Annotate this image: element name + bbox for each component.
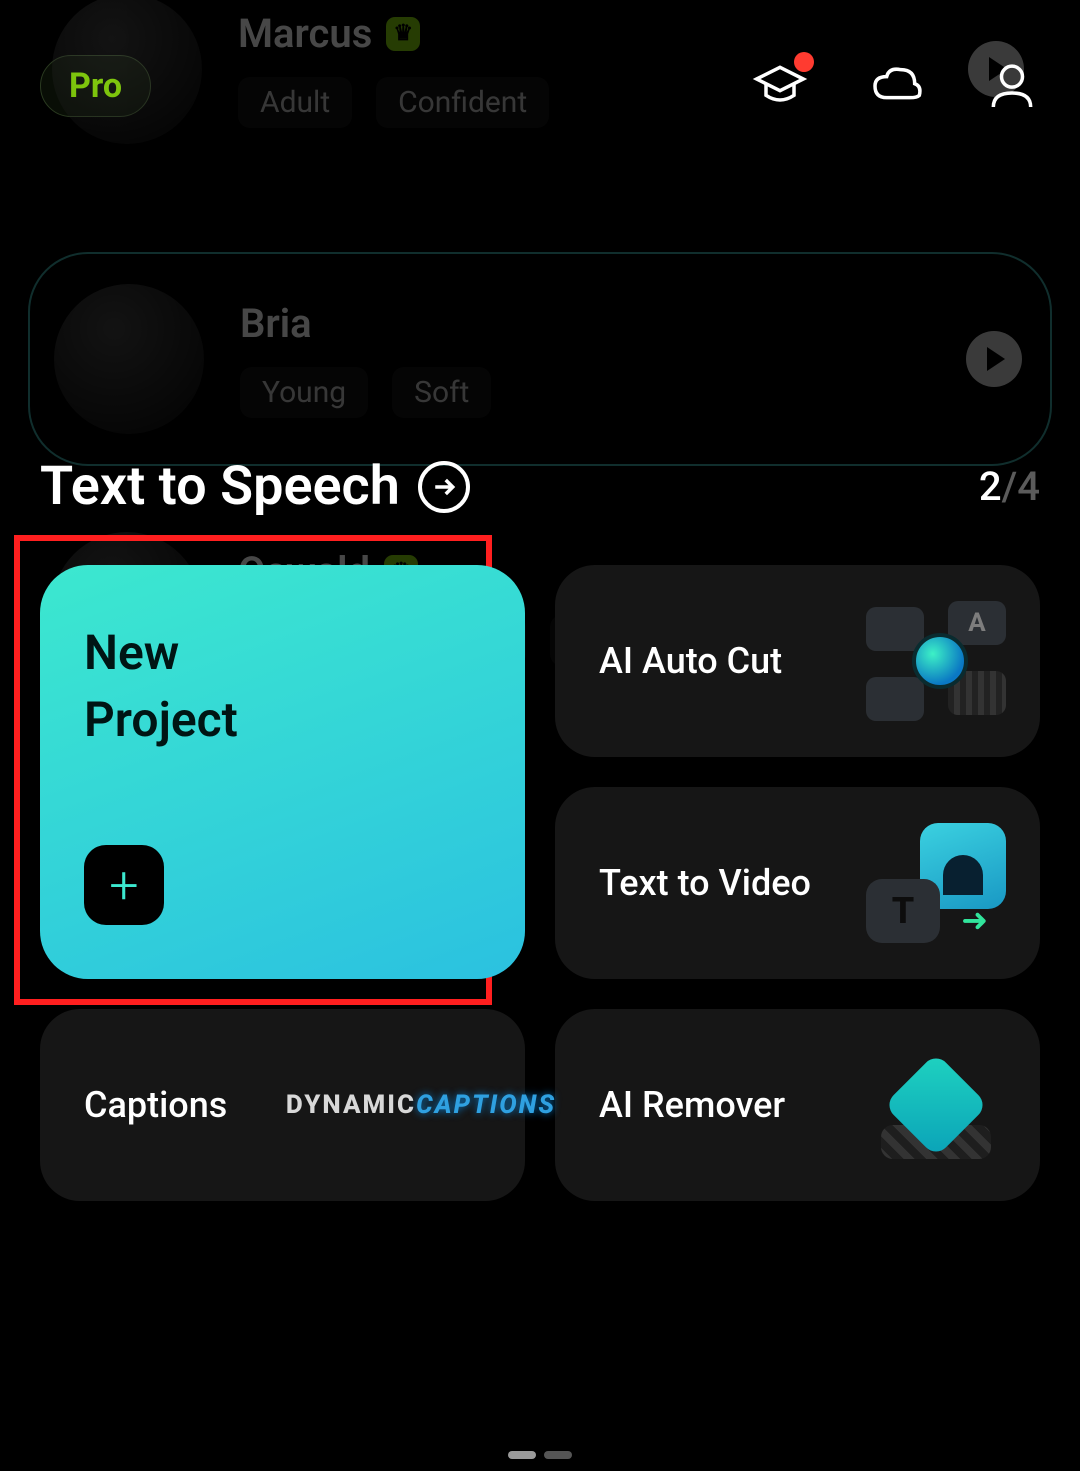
ai-remover-tile[interactable]: AI Remover xyxy=(555,1009,1040,1201)
new-project-tile[interactable]: New Project + xyxy=(40,565,525,979)
arrow-icon: ➜ xyxy=(961,901,988,939)
text-to-video-tile[interactable]: Text to Video T ➜ xyxy=(555,787,1040,979)
page-counter: 2/4 xyxy=(979,463,1040,510)
tiles-col-left: New Project + Captions DYNAMIC CAPTIONS xyxy=(40,565,525,1201)
pro-badge[interactable]: Pro xyxy=(40,55,151,117)
notification-dot-icon xyxy=(794,52,814,72)
header-actions xyxy=(752,58,1040,114)
captions-tile[interactable]: Captions DYNAMIC CAPTIONS xyxy=(40,1009,525,1201)
arrow-right-circle-icon xyxy=(418,461,470,513)
section-title-label: Text to Speech xyxy=(40,455,400,518)
feature-tiles: New Project + Captions DYNAMIC CAPTIONS … xyxy=(40,565,1040,1201)
section-header: Text to Speech 2/4 xyxy=(40,455,1040,518)
plus-icon: + xyxy=(84,845,164,925)
counter-total: /4 xyxy=(1002,463,1040,510)
home-indicator xyxy=(508,1451,572,1459)
app-header: Pro xyxy=(0,0,1080,117)
captions-decor-line1: DYNAMIC xyxy=(286,1090,416,1120)
text-to-video-icon: T ➜ xyxy=(866,823,1006,943)
eraser-icon xyxy=(866,1045,1006,1165)
new-project-label: New Project xyxy=(84,619,481,753)
ai-auto-cut-label: AI Auto Cut xyxy=(599,640,782,682)
auto-cut-icon: A xyxy=(866,601,1006,721)
cloud-icon[interactable] xyxy=(868,58,924,114)
section-title-text-to-speech[interactable]: Text to Speech xyxy=(40,455,470,518)
voice-name-label: Bria xyxy=(240,300,312,347)
tiles-col-right: AI Auto Cut A Text to Video T ➜ AI Remov… xyxy=(555,565,1040,1201)
profile-icon[interactable] xyxy=(984,58,1040,114)
play-icon xyxy=(966,331,1022,387)
counter-current: 2 xyxy=(979,463,1002,510)
voice-tag: Young xyxy=(240,367,368,418)
avatar xyxy=(54,284,204,434)
captions-decor-line2: CAPTIONS xyxy=(416,1090,556,1120)
text-to-video-label: Text to Video xyxy=(599,862,811,904)
captions-label: Captions xyxy=(84,1084,227,1126)
ai-remover-label: AI Remover xyxy=(599,1084,785,1126)
learn-icon[interactable] xyxy=(752,58,808,114)
voice-row-bria-selected: Bria Young Soft xyxy=(28,252,1052,466)
voice-tag: Soft xyxy=(392,367,491,418)
ai-auto-cut-tile[interactable]: AI Auto Cut A xyxy=(555,565,1040,757)
captions-icon: DYNAMIC CAPTIONS xyxy=(351,1045,491,1165)
voice-meta: Bria Young Soft xyxy=(240,300,491,418)
pro-label: Pro xyxy=(69,66,122,106)
